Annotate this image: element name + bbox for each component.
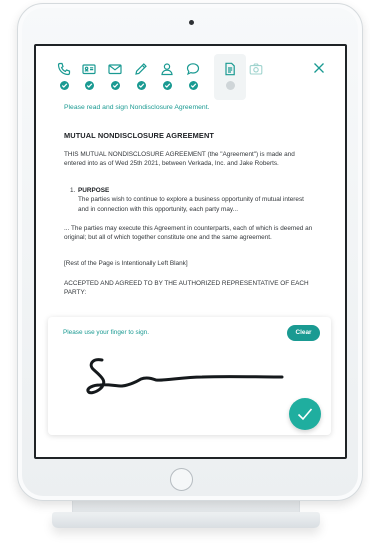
envelope-icon	[108, 64, 122, 75]
step-complete-dot	[60, 81, 69, 90]
sign-instruction: Please read and sign Nondisclosure Agree…	[64, 104, 210, 111]
step-chat	[181, 60, 205, 90]
step-current-dot	[226, 81, 235, 90]
step-complete-dot	[137, 81, 146, 90]
signature-card: Please use your finger to sign. Clear	[48, 317, 331, 435]
chat-bubble-icon	[186, 63, 200, 76]
camera-icon	[249, 63, 263, 75]
stand-base	[52, 512, 320, 528]
home-button[interactable]	[170, 468, 193, 491]
agreement-intro: THIS MUTUAL NONDISCLOSURE AGREEMENT (the…	[64, 151, 295, 168]
close-icon[interactable]	[313, 62, 325, 74]
confirm-signature-button[interactable]	[289, 398, 321, 430]
tablet-screen: Please read and sign Nondisclosure Agree…	[34, 44, 347, 459]
step-user	[155, 60, 179, 90]
front-camera	[189, 20, 194, 25]
section-heading: PURPOSE	[78, 187, 110, 194]
signature-prompt: Please use your finger to sign.	[63, 329, 149, 336]
blank-page-notice: [Rest of the Page is Intentionally Left …	[64, 260, 188, 267]
pencil-icon	[135, 63, 147, 75]
document-icon	[225, 62, 235, 76]
user-icon	[161, 63, 173, 76]
section-number: 1.	[70, 187, 76, 194]
acceptance-statement: ACCEPTED AND AGREED TO BY THE AUTHORIZED…	[64, 280, 309, 297]
step-email	[103, 60, 127, 90]
progress-steps	[36, 46, 345, 100]
step-complete-dot	[163, 81, 172, 90]
checkmark-icon	[297, 408, 313, 421]
step-pencil	[129, 60, 153, 90]
agreement-title: MUTUAL NONDISCLOSURE AGREEMENT	[64, 131, 214, 140]
step-complete-dot	[111, 81, 120, 90]
phone-icon	[57, 62, 71, 76]
step-complete-dot	[189, 81, 198, 90]
signature-stroke	[86, 358, 284, 395]
step-document-current	[218, 60, 242, 90]
clear-button[interactable]: Clear	[287, 325, 320, 341]
step-id-card	[77, 60, 101, 90]
id-card-icon	[82, 64, 96, 75]
step-complete-dot	[85, 81, 94, 90]
counterparts-clause: ... The parties may execute this Agreeme…	[64, 225, 313, 242]
signature-pad[interactable]	[78, 351, 293, 401]
step-camera	[244, 60, 268, 90]
step-phone	[52, 60, 76, 90]
section-body: The parties wish to continue to explore …	[78, 196, 304, 213]
